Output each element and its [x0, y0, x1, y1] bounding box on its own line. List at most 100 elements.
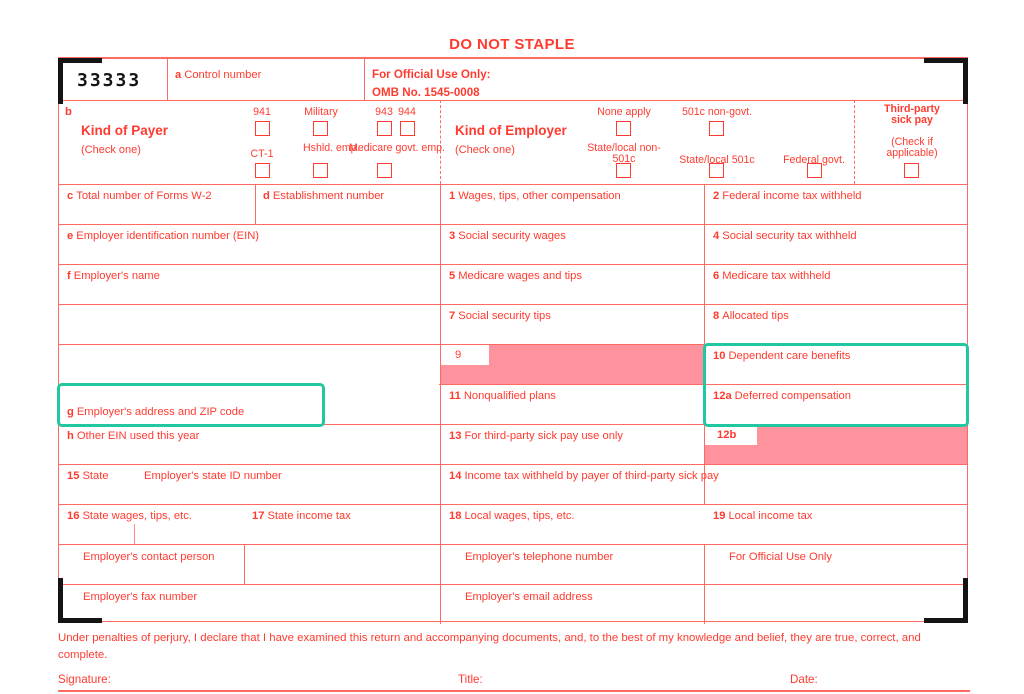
box-1-cell[interactable]: 1 Wages, tips, other compensation [449, 190, 621, 203]
box-12a-number: 12a [713, 390, 732, 402]
kind-of-payer-letter: b [65, 106, 72, 118]
highlight-box-11 [57, 383, 325, 427]
box-19-cell[interactable]: 19 Local income tax [713, 510, 812, 523]
box-8-number: 8 [713, 310, 720, 322]
official-use-only-cell: For Official Use Only [729, 551, 832, 563]
box-9-number: 9 [455, 349, 462, 361]
employer-email-cell[interactable]: Employer's email address [465, 591, 593, 604]
date-label: Date: [790, 673, 818, 686]
box-19-label: Local income tax [728, 510, 813, 522]
rule-row-contact [59, 584, 967, 586]
box-19-number: 19 [713, 510, 726, 522]
box-g-cell[interactable]: g Employer's address and ZIP code [67, 406, 244, 419]
box-18-cell[interactable]: 18 Local wages, tips, etc. [449, 510, 575, 523]
box-c-cell[interactable]: c Total number of Forms W-2 [67, 190, 212, 203]
third-party-sick-pay-note-2: applicable) [886, 147, 938, 159]
payer-941-label: 941 [253, 106, 271, 118]
third-party-sick-pay-checkbox[interactable] [904, 163, 919, 178]
payer-medicare-label: Medicare govt. emp. [349, 142, 445, 154]
payer-943-checkbox[interactable] [377, 121, 392, 136]
box-f-cell[interactable]: f Employer's name [67, 270, 160, 283]
payer-944-checkbox[interactable] [400, 121, 415, 136]
box-18-label: Local wages, tips, etc. [464, 510, 575, 522]
box-13-label: For third-party sick pay use only [464, 430, 624, 442]
rule-row-e [59, 264, 967, 266]
payer-ct1-label: CT-1 [250, 148, 274, 160]
payer-military-checkbox[interactable] [313, 121, 328, 136]
box-17-cell[interactable]: 17 State income tax [252, 510, 351, 523]
box-12a-cell[interactable]: 12a Deferred compensation [713, 390, 851, 403]
box-h-cell[interactable]: h Other EIN used this year [67, 430, 199, 443]
employer-telephone-cell[interactable]: Employer's telephone number [465, 551, 613, 564]
rule-row-c [59, 224, 967, 226]
box-2-number: 2 [713, 190, 720, 202]
box-g-label: Employer's address and ZIP code [76, 406, 245, 418]
payer-ct1-checkbox[interactable] [255, 163, 270, 178]
box-16-label: State wages, tips, etc. [82, 510, 192, 522]
rule-v-right-upper [704, 184, 706, 384]
box-3-label: Social security wages [458, 230, 566, 242]
box-5-cell[interactable]: 5 Medicare wages and tips [449, 270, 582, 283]
perjury-statement: Under penalties of perjury, I declare th… [58, 632, 921, 661]
employer-statelocal-501c-checkbox[interactable] [709, 163, 724, 178]
payer-941-checkbox[interactable] [255, 121, 270, 136]
rule-v-right-lower [704, 544, 706, 624]
title-label: Title: [458, 673, 483, 686]
rule-row-b [59, 184, 967, 186]
payer-hshld-checkbox[interactable] [313, 163, 328, 178]
box-e-letter: e [67, 230, 74, 242]
box-10-label: Dependent care benefits [728, 350, 851, 362]
rule-row-f [59, 304, 967, 306]
box-15-cell[interactable]: 15 State [67, 470, 109, 483]
box-13-cell[interactable]: 13 For third-party sick pay use only [449, 430, 623, 443]
employer-federal-govt-checkbox[interactable] [807, 163, 822, 178]
box-6-number: 6 [713, 270, 720, 282]
corner-bracket-top-left [58, 58, 102, 104]
employer-501c-nongovt-checkbox[interactable] [709, 121, 724, 136]
signature-label: Signature: [58, 673, 111, 686]
payer-hshld-label: Hshld. emp. [303, 142, 360, 154]
box-3-cell[interactable]: 3 Social security wages [449, 230, 566, 243]
box-10-number: 10 [713, 350, 726, 362]
employer-statelocal-non501c-checkbox[interactable] [616, 163, 631, 178]
box-11-cell[interactable]: 11 Nonqualified plans [449, 390, 556, 403]
signature-rule [58, 690, 970, 692]
box-8-label: Allocated tips [722, 310, 789, 322]
box-11-label: Nonqualified plans [463, 390, 556, 402]
box-7-cell[interactable]: 7 Social security tips [449, 310, 551, 323]
box-7-number: 7 [449, 310, 456, 322]
box-18-number: 18 [449, 510, 462, 522]
box-8-cell[interactable]: 8 Allocated tips [713, 310, 789, 323]
box-4-cell[interactable]: 4 Social security tax withheld [713, 230, 857, 243]
employer-none-apply-checkbox[interactable] [616, 121, 631, 136]
box-17-label: State income tax [267, 510, 351, 522]
rule-v-thirdparty-dashed [854, 100, 855, 184]
box-h-label: Other EIN used this year [76, 430, 200, 442]
employer-contact-person-cell[interactable]: Employer's contact person [83, 551, 214, 564]
box-4-number: 4 [713, 230, 720, 242]
control-number-label: Control number [184, 69, 262, 81]
rule-v-center [440, 184, 442, 624]
rule-row-a [59, 100, 967, 102]
box-1-number: 1 [449, 190, 456, 202]
box-f-letter: f [67, 270, 71, 282]
box-f-label: Employer's name [73, 270, 160, 282]
box-e-cell[interactable]: e Employer identification number (EIN) [67, 230, 259, 243]
corner-bracket-top-right [924, 58, 968, 104]
box-d-cell[interactable]: d Establishment number [263, 190, 384, 203]
box-16-cell[interactable]: 16 State wages, tips, etc. [67, 510, 192, 523]
box-1-label: Wages, tips, other compensation [458, 190, 621, 202]
payer-medicare-checkbox[interactable] [377, 163, 392, 178]
box-10-cell[interactable]: 10 Dependent care benefits [713, 350, 850, 363]
box-14-number: 14 [449, 470, 462, 482]
box-14-cell[interactable]: 14 Income tax withheld by payer of third-… [449, 470, 719, 483]
box-5-number: 5 [449, 270, 456, 282]
box-c-label: Total number of Forms W-2 [76, 190, 212, 202]
box-2-cell[interactable]: 2 Federal income tax withheld [713, 190, 862, 203]
rule-row-16 [59, 544, 967, 546]
box-d-label: Establishment number [272, 190, 385, 202]
box-12a-label: Deferred compensation [734, 390, 851, 402]
box-6-label: Medicare tax withheld [722, 270, 831, 282]
control-number-cell[interactable]: a Control number [175, 69, 261, 82]
box-6-cell[interactable]: 6 Medicare tax withheld [713, 270, 830, 283]
